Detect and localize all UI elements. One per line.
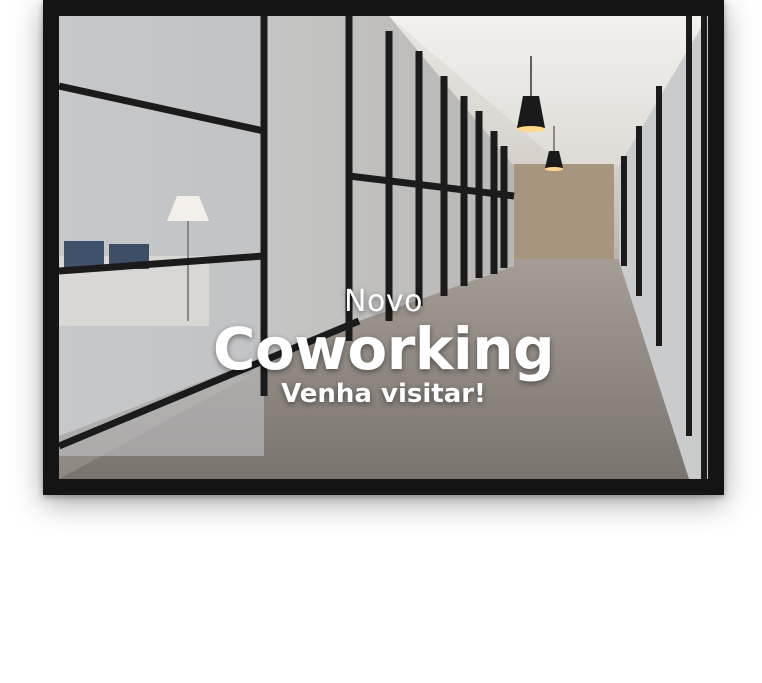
back-wall xyxy=(514,164,614,259)
office-corridor-illustration xyxy=(59,16,708,479)
caption-line-visit: Venha visitar! xyxy=(281,379,486,409)
caption-line-coworking: Coworking xyxy=(212,315,555,383)
caption-line-novo: Novo xyxy=(344,284,423,319)
picture-frame: Novo Coworking Venha visitar! xyxy=(43,0,724,495)
poster-caption: Novo Coworking Venha visitar! xyxy=(59,284,708,409)
office-photo: Novo Coworking Venha visitar! xyxy=(59,16,708,479)
